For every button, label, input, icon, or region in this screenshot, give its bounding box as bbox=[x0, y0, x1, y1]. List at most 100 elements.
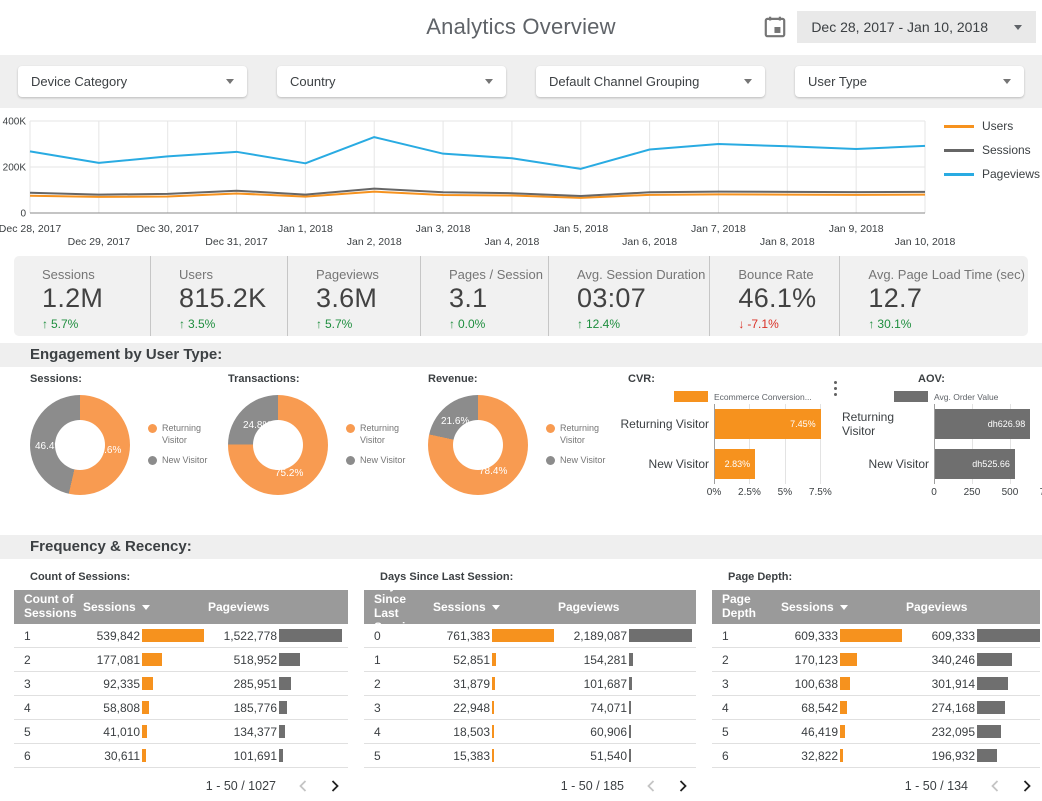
pageviews-bar bbox=[279, 749, 283, 762]
chart-title: Transactions: bbox=[228, 373, 412, 385]
axis-tick-label: 500 bbox=[1002, 487, 1019, 498]
category-label: Returning Visitor bbox=[614, 404, 714, 444]
traffic-timeseries-chart[interactable]: 400K200K0Dec 28, 2017Dec 29, 2017Dec 30,… bbox=[0, 111, 1042, 253]
sessions-bar bbox=[840, 677, 850, 690]
column-header-sessions[interactable]: Sessions bbox=[781, 600, 906, 614]
column-header-dimension[interactable]: Page Depth bbox=[712, 593, 781, 621]
dropdown-caret-icon bbox=[1014, 25, 1022, 30]
table-pagination: 1 - 50 / 185 bbox=[364, 771, 696, 801]
sessions-bar-zone bbox=[838, 653, 902, 666]
donut-sessions_by_user_type[interactable]: 53.6%46.4% bbox=[30, 395, 130, 495]
metric-value: 46.1% bbox=[738, 283, 835, 314]
scorecard-avg-session-duration: Avg. Session Duration03:07↑12.4% bbox=[548, 256, 709, 336]
svg-text:Dec 31, 2017: Dec 31, 2017 bbox=[205, 236, 268, 248]
pagination-next-button[interactable] bbox=[1022, 779, 1032, 793]
pagination-prev-button[interactable] bbox=[990, 779, 1000, 793]
chart-options-kebab-icon[interactable] bbox=[829, 381, 841, 396]
svg-text:400K: 400K bbox=[3, 117, 27, 128]
filter-device-category[interactable]: Device Category bbox=[18, 66, 247, 97]
delta-value: 30.1% bbox=[877, 317, 911, 331]
pagination-prev-button[interactable] bbox=[298, 779, 308, 793]
category-label: New Visitor bbox=[614, 444, 714, 484]
column-header-pageviews[interactable]: Pageviews bbox=[906, 600, 1040, 614]
donut-body: 75.2%24.8%Returning VisitorNew Visitor bbox=[228, 395, 412, 495]
donut-revenue_by_user_type[interactable]: 78.4%21.6% bbox=[428, 395, 528, 495]
sessions-bar bbox=[840, 701, 847, 714]
date-range-picker[interactable]: Dec 28, 2017 - Jan 10, 2018 bbox=[797, 11, 1036, 43]
filter-user-type[interactable]: User Type bbox=[795, 66, 1024, 97]
donut-hole bbox=[453, 420, 503, 470]
bar-plot-area[interactable]: dh626.98dh525.66 bbox=[934, 404, 1042, 484]
cell-pageviews-value: 196,932 bbox=[902, 749, 975, 763]
cell-dimension: 4 bbox=[364, 725, 433, 739]
bar-chart-cvr_by_user_type: CVR:Ecommerce Conversion...Returning Vis… bbox=[614, 373, 826, 502]
bar-plot-area[interactable]: 7.45%2.83% bbox=[714, 404, 826, 484]
timeseries-plot-area[interactable]: 400K200K0Dec 28, 2017Dec 29, 2017Dec 30,… bbox=[0, 111, 1042, 256]
cell-pageviews-value: 232,095 bbox=[902, 725, 975, 739]
pagination-range: 1 - 50 / 1027 bbox=[206, 779, 276, 793]
pagination-next-button[interactable] bbox=[330, 779, 340, 793]
cell-dimension: 6 bbox=[14, 749, 83, 763]
svg-text:Jan 4, 2018: Jan 4, 2018 bbox=[484, 236, 539, 248]
timeseries-svg[interactable]: 400K200K0Dec 28, 2017Dec 29, 2017Dec 30,… bbox=[0, 111, 1042, 251]
pagination-prev-button[interactable] bbox=[646, 779, 656, 793]
bar-chart-legend: Avg. Order Value bbox=[894, 391, 1042, 402]
up-arrow-icon: ↑ bbox=[868, 317, 874, 331]
cell-sessions-value: 22,948 bbox=[433, 701, 490, 715]
legend-label: Ecommerce Conversion... bbox=[714, 392, 812, 402]
filter-label: Default Channel Grouping bbox=[549, 74, 699, 89]
bar-returning-visitor: 7.45% bbox=[715, 409, 821, 439]
bar-axis-ticks: 0%2.5%5%7.5% bbox=[714, 487, 826, 502]
sessions-bar bbox=[142, 677, 153, 690]
engagement-section: Sessions:53.6%46.4%Returning VisitorNew … bbox=[0, 373, 1042, 528]
cell-dimension: 5 bbox=[712, 725, 781, 739]
sessions-bar bbox=[142, 701, 149, 714]
section-engagement-title: Engagement by User Type: bbox=[30, 346, 222, 363]
bar-value-label: dh525.66 bbox=[972, 459, 1010, 469]
table-row: 3100,638301,914 bbox=[712, 672, 1040, 696]
donut-legend: Returning VisitorNew Visitor bbox=[148, 423, 214, 467]
svg-text:Jan 3, 2018: Jan 3, 2018 bbox=[416, 223, 471, 235]
svg-text:Jan 2, 2018: Jan 2, 2018 bbox=[347, 236, 402, 248]
sessions-bar bbox=[492, 725, 494, 738]
pageviews-bar bbox=[629, 677, 632, 690]
sort-desc-icon bbox=[142, 605, 150, 610]
column-header-sessions[interactable]: Sessions bbox=[83, 600, 208, 614]
column-header-sessions[interactable]: Sessions bbox=[433, 600, 558, 614]
legend-line-swatch bbox=[944, 173, 974, 176]
svg-text:Jan 5, 2018: Jan 5, 2018 bbox=[553, 223, 608, 235]
legend-swatch bbox=[894, 391, 928, 402]
filter-default-channel-grouping[interactable]: Default Channel Grouping bbox=[536, 66, 765, 97]
bar-categories: Returning VisitorNew Visitor bbox=[842, 404, 934, 484]
table-count-of-sessions: Count of Sessions:Count of SessionsSessi… bbox=[14, 559, 348, 801]
pageviews-bar-zone bbox=[277, 629, 348, 642]
pageviews-bar bbox=[977, 749, 997, 762]
cell-pageviews-value: 185,776 bbox=[204, 701, 277, 715]
cell-sessions-value: 761,383 bbox=[433, 629, 490, 643]
svg-text:Dec 28, 2017: Dec 28, 2017 bbox=[0, 223, 61, 235]
pageviews-bar bbox=[977, 725, 1001, 738]
section-engagement-header: Engagement by User Type: bbox=[0, 343, 1042, 367]
column-header-dimension[interactable]: Days Since Last Session bbox=[364, 579, 433, 634]
column-header-pageviews[interactable]: Pageviews bbox=[558, 600, 696, 614]
category-label: New Visitor bbox=[842, 444, 934, 484]
delta-value: 5.7% bbox=[325, 317, 352, 331]
dropdown-caret-icon bbox=[226, 79, 234, 84]
cell-pageviews-value: 2,189,087 bbox=[554, 629, 627, 643]
table-days-since-last-session: Days Since Last Session:Days Since Last … bbox=[364, 559, 696, 801]
table-row: 1609,333609,333 bbox=[712, 624, 1040, 648]
cell-sessions-value: 30,611 bbox=[83, 749, 140, 763]
filter-country[interactable]: Country bbox=[277, 66, 506, 97]
metric-label: Avg. Session Duration bbox=[577, 267, 705, 282]
sessions-bar bbox=[492, 749, 494, 762]
sessions-bar bbox=[840, 629, 902, 642]
column-header-dimension[interactable]: Count of Sessions bbox=[14, 593, 83, 621]
metric-label: Users bbox=[179, 267, 283, 282]
column-header-pageviews[interactable]: Pageviews bbox=[208, 600, 348, 614]
donut-transactions_by_user_type[interactable]: 75.2%24.8% bbox=[228, 395, 328, 495]
table-row: 1539,8421,522,778 bbox=[14, 624, 348, 648]
pagination-next-button[interactable] bbox=[678, 779, 688, 793]
table-row: 468,542274,168 bbox=[712, 696, 1040, 720]
legend-label: New Visitor bbox=[360, 455, 405, 467]
up-arrow-icon: ↑ bbox=[577, 317, 583, 331]
